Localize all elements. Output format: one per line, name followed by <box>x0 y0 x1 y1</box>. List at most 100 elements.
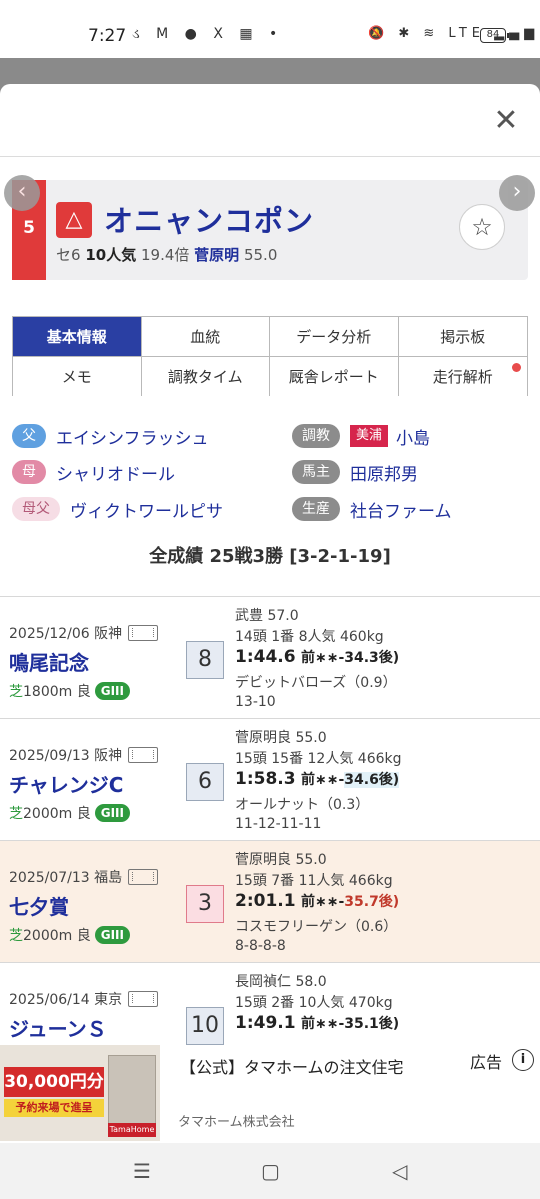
horse-card: 5 △ オニャンコポン セ6 10人気 19.4倍 菅原明 55.0 ☆ <box>12 180 528 280</box>
tab-stable-report[interactable]: 厩舎レポート <box>270 357 399 396</box>
race-corners: 11-12-11-11 <box>235 816 322 832</box>
distance-going: 2000m 良 <box>23 928 91 944</box>
tab-training-time[interactable]: 調教タイム <box>141 357 270 396</box>
race-date: 2025/09/13 阪神 <box>9 745 159 765</box>
ad-banner[interactable]: 30,000円分 予約来場で進呈 TamaHome 【公式】タマホームの注文住宅… <box>0 1045 540 1143</box>
sire-row: 父 エイシンフラッシュ <box>12 423 209 449</box>
race-entry: 15頭 7番 11人気 466kg <box>235 873 393 889</box>
time-value: 1:49.1 <box>235 1013 296 1033</box>
race-name-link[interactable]: 七夕賞 <box>9 891 69 920</box>
owner-label: 馬主 <box>292 460 340 484</box>
tab-pedigree[interactable]: 血統 <box>141 317 270 357</box>
race-date: 2025/06/14 東京 <box>9 989 159 1009</box>
ad-label: 広告 <box>470 1053 503 1072</box>
time-value: 1:44.6 <box>235 647 296 667</box>
race-entry: 14頭 1番 8人気 460kg <box>235 629 384 645</box>
video-icon[interactable] <box>128 747 159 763</box>
chevron-left-icon[interactable]: ‹ <box>4 175 40 211</box>
ad-image[interactable]: 30,000円分 予約来場で進呈 TamaHome <box>0 1045 160 1141</box>
race-jockey: 菅原明良 55.0 <box>235 852 327 868</box>
video-icon[interactable] <box>128 625 159 641</box>
race-corners: 8-8-8-8 <box>235 938 286 954</box>
damsire-label: 母父 <box>12 497 60 521</box>
race-date: 2025/12/06 阪神 <box>9 623 159 643</box>
horse-name: オニャンコポン <box>104 204 315 238</box>
trainer-row: 調教 美浦 小島 <box>292 423 430 449</box>
race-date-text: 2025/09/13 阪神 <box>9 748 123 764</box>
owner-link[interactable]: 田原邦男 <box>350 460 418 485</box>
position-split: 前∗∗- <box>300 772 345 788</box>
ad-info-icon[interactable]: i <box>512 1049 534 1071</box>
post-number: 5 <box>23 218 35 238</box>
race-name-link[interactable]: ジューンＳ <box>9 1013 107 1042</box>
tab-label: 走行解析 <box>432 368 493 386</box>
tab-run-analysis[interactable]: 走行解析 <box>398 357 527 396</box>
race-time: 1:44.6 前∗∗-34.3後) <box>235 647 399 667</box>
race-winner: デビットバローズ（0.9） <box>235 675 397 691</box>
video-icon[interactable] <box>128 991 159 1007</box>
race-winner: コスモフリーゲン（0.6） <box>235 919 398 935</box>
breeder-row: 生産 社台ファーム <box>292 496 452 522</box>
notification-icons: ડ M ● X ▦ • <box>132 26 284 42</box>
race-time: 1:58.3 前∗∗-34.6後) <box>235 769 400 789</box>
distance-going: 2000m 良 <box>23 806 91 822</box>
ad-image-subline: 予約来場で進呈 <box>4 1099 104 1117</box>
tab-board[interactable]: 掲示板 <box>398 317 527 357</box>
battery-icon: 84 <box>480 28 509 43</box>
race-course: 芝2000m 良 GIII <box>9 803 130 823</box>
last-3f-highlight: 34.6後) <box>344 772 400 788</box>
trainer-belong-badge: 美浦 <box>350 425 389 447</box>
time-value: 2:01.1 <box>235 891 296 911</box>
ad-brand-logo: TamaHome <box>108 1123 156 1137</box>
race-corners: 13-10 <box>235 694 276 710</box>
tab-memo[interactable]: メモ <box>13 357 142 396</box>
race-name-link[interactable]: 鳴尾記念 <box>9 647 89 676</box>
race-row[interactable]: 2025/09/13 阪神 チャレンジC 芝2000m 良 GIII 6 菅原明良… <box>0 718 540 840</box>
jockey-link[interactable]: 菅原明 <box>194 246 239 264</box>
home-icon[interactable]: ▢ <box>261 1159 280 1183</box>
race-entry: 15頭 2番 10人気 470kg <box>235 995 393 1011</box>
race-name-link[interactable]: チャレンジC <box>9 769 123 798</box>
finish-position: 10 <box>186 1007 224 1045</box>
favorite-star-icon[interactable]: ☆ <box>459 204 505 250</box>
video-icon[interactable] <box>128 869 159 885</box>
sire-link[interactable]: エイシンフラッシュ <box>56 424 209 449</box>
race-row[interactable]: 2025/07/13 福島 七夕賞 芝2000m 良 GIII 3 菅原明良 55… <box>0 840 540 962</box>
distance-going: 1800m 良 <box>23 684 91 700</box>
back-icon[interactable]: ◁ <box>392 1159 407 1183</box>
grade-badge: GIII <box>94 682 130 700</box>
breeder-link[interactable]: 社台ファーム <box>350 497 452 522</box>
career-record-title: 全成績 25戦3勝 [3-2-1-19] <box>149 546 391 567</box>
new-badge <box>512 363 521 372</box>
chevron-right-icon[interactable]: › <box>499 175 535 211</box>
race-row[interactable]: 2025/12/06 阪神 鳴尾記念 芝1800m 良 GIII 8 武豊 57.… <box>0 596 540 718</box>
sire-label: 父 <box>12 424 46 448</box>
trainer-link[interactable]: 小島 <box>396 424 430 449</box>
status-time: 7:27 <box>88 26 127 46</box>
damsire-link[interactable]: ヴィクトワールピサ <box>70 497 223 522</box>
carried-weight: 55.0 <box>243 246 278 264</box>
breeder-label: 生産 <box>292 497 340 521</box>
surface: 芝 <box>9 684 23 700</box>
race-date-text: 2025/07/13 福島 <box>9 870 123 886</box>
detail-tabs: 基本情報 血統 データ分析 掲示板 メモ 調教タイム 厩舎レポート 走行解析 <box>12 316 528 396</box>
tab-data-analysis[interactable]: データ分析 <box>270 317 399 357</box>
prediction-mark-icon[interactable]: △ <box>56 202 92 238</box>
race-jockey: 長岡禎仁 58.0 <box>235 974 327 990</box>
damsire-row: 母父 ヴィクトワールピサ <box>12 496 223 522</box>
owner-row: 馬主 田原邦男 <box>292 459 418 485</box>
finish-position: 8 <box>186 641 224 679</box>
ad-title[interactable]: 【公式】タマホームの注文住宅 <box>180 1054 404 1078</box>
dam-link[interactable]: シャリオドール <box>56 460 175 485</box>
close-icon[interactable]: ✕ <box>490 106 522 138</box>
position-split: 前∗∗- <box>300 894 345 910</box>
race-course: 芝1800m 良 GIII <box>9 681 130 701</box>
grade-badge: GIII <box>94 926 130 944</box>
tab-basic-info[interactable]: 基本情報 <box>13 317 142 357</box>
finish-position: 3 <box>186 885 224 923</box>
race-date: 2025/07/13 福島 <box>9 867 159 887</box>
recent-apps-icon[interactable]: ☰ <box>133 1159 151 1183</box>
horse-detail-sheet: ✕ 5 △ オニャンコポン セ6 10人気 19.4倍 菅原明 55.0 ☆ ‹… <box>0 84 540 1143</box>
dam-row: 母 シャリオドール <box>12 459 175 485</box>
ad-sponsor: タマホーム株式会社 <box>178 1115 295 1130</box>
